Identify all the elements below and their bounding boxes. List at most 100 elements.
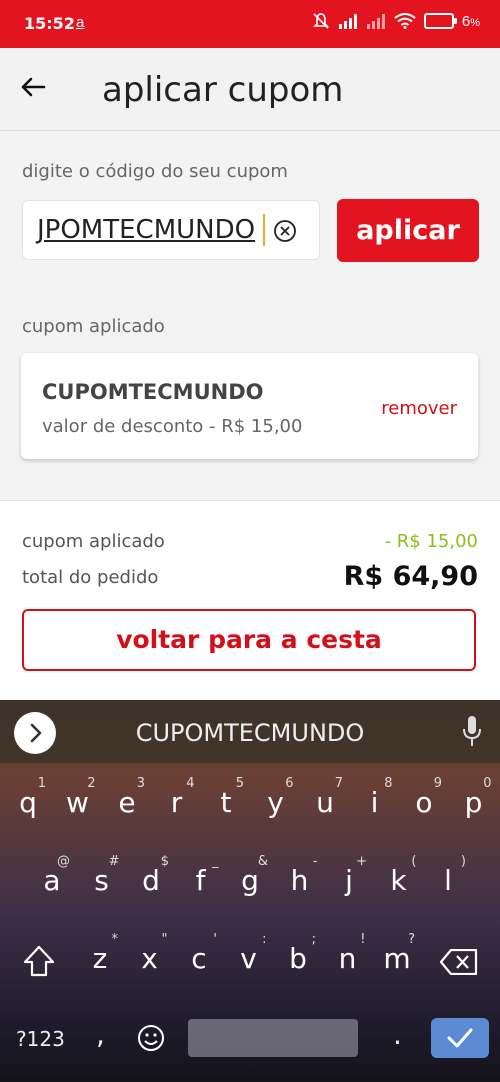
key-t[interactable]: 5t bbox=[206, 776, 246, 836]
suggestion-word[interactable]: CUPOMTECMUNDO bbox=[0, 719, 500, 747]
text-caret bbox=[263, 214, 265, 246]
applied-coupon-code: CUPOMTECMUNDO bbox=[42, 380, 264, 404]
key-secondary-label: ; bbox=[311, 932, 316, 947]
key-secondary-label: 6 bbox=[285, 776, 294, 791]
key-label: r bbox=[170, 786, 183, 819]
key-o[interactable]: 9o bbox=[404, 776, 444, 836]
backspace-icon[interactable] bbox=[440, 949, 478, 975]
clear-icon[interactable] bbox=[273, 219, 297, 243]
key-j[interactable]: + j bbox=[329, 854, 369, 914]
key-secondary-label: ? bbox=[408, 932, 415, 947]
wifi-icon bbox=[394, 13, 416, 29]
key-label: i bbox=[370, 786, 379, 819]
key-n[interactable]: ! n bbox=[328, 932, 368, 992]
key-secondary-label: _ bbox=[212, 854, 219, 869]
key-label: b bbox=[289, 942, 307, 975]
coupon-input[interactable]: JPOMTECMUNDO bbox=[22, 200, 320, 260]
battery-value: 6 bbox=[461, 12, 471, 30]
coupon-input-label: digite o código do seu cupom bbox=[22, 161, 288, 182]
summary-total-label: total do pedido bbox=[22, 567, 159, 588]
notification-icon: a bbox=[76, 14, 85, 31]
key-z[interactable]: * z bbox=[80, 932, 120, 992]
key-m[interactable]: ? m bbox=[377, 932, 417, 992]
key-g[interactable]: & g bbox=[230, 854, 270, 914]
app-bar: aplicar cupom bbox=[0, 48, 500, 131]
mute-icon bbox=[312, 13, 329, 29]
back-to-cart-button[interactable]: voltar para a cesta bbox=[22, 609, 476, 671]
key-secondary-label: & bbox=[257, 854, 268, 869]
key-k[interactable]: (k bbox=[379, 854, 419, 914]
applied-coupon-card: CUPOMTECMUNDO valor de desconto - R$ 15,… bbox=[21, 353, 478, 459]
key-secondary-label: 5 bbox=[235, 776, 244, 791]
emoji-icon[interactable] bbox=[136, 1023, 166, 1053]
key-secondary-label: $ bbox=[160, 854, 169, 869]
key-label: x bbox=[141, 942, 158, 975]
apply-button[interactable]: aplicar bbox=[337, 199, 479, 262]
key-u[interactable]: 7u bbox=[305, 776, 345, 836]
key-label: w bbox=[66, 786, 89, 819]
key-q[interactable]: 1q bbox=[8, 776, 48, 836]
key-secondary-label: ) bbox=[460, 854, 466, 869]
key-label: g bbox=[241, 864, 259, 897]
key-secondary-label: 4 bbox=[186, 776, 195, 791]
key-r[interactable]: 4r bbox=[157, 776, 197, 836]
key-label: t bbox=[220, 786, 232, 819]
key-d[interactable]: $ d bbox=[131, 854, 171, 914]
microphone-icon[interactable] bbox=[462, 714, 482, 748]
key-label: k bbox=[390, 864, 407, 897]
key-label: c bbox=[191, 942, 207, 975]
suggestion-bar: CUPOMTECMUNDO bbox=[0, 700, 500, 763]
key-s[interactable]: # s bbox=[82, 854, 122, 914]
battery-icon bbox=[423, 13, 457, 29]
keyboard: CUPOMTECMUNDO 1q2w3e4r5t6y7u8i9o0p @ a # s $… bbox=[0, 700, 500, 1082]
key-x[interactable]: " x bbox=[130, 932, 170, 992]
back-arrow-icon[interactable] bbox=[18, 72, 48, 102]
key-secondary-label: 0 bbox=[483, 776, 492, 791]
summary-total-value: R$ 64,90 bbox=[343, 561, 478, 592]
remove-coupon-link[interactable]: remover bbox=[381, 398, 457, 419]
key-secondary-label: : bbox=[262, 932, 267, 947]
key-h[interactable]: -h bbox=[280, 854, 320, 914]
shift-icon[interactable] bbox=[22, 944, 56, 978]
key-secondary-label: # bbox=[108, 854, 120, 869]
key-f[interactable]: _ f bbox=[181, 854, 221, 914]
key-l[interactable]: ) l bbox=[428, 854, 468, 914]
key-p[interactable]: 0p bbox=[454, 776, 494, 836]
space-bar[interactable] bbox=[188, 1019, 358, 1057]
key-c[interactable]: ' c bbox=[179, 932, 219, 992]
key-label: y bbox=[267, 786, 284, 819]
key-label: l bbox=[444, 864, 452, 897]
key-label: v bbox=[240, 942, 257, 975]
key-y[interactable]: 6y bbox=[256, 776, 296, 836]
signal-2-icon bbox=[366, 14, 385, 29]
key-label: o bbox=[415, 786, 433, 819]
coupon-input-value[interactable]: JPOMTECMUNDO bbox=[37, 215, 255, 245]
key-a[interactable]: @ a bbox=[32, 854, 72, 914]
key-b[interactable]: ; b bbox=[278, 932, 318, 992]
key-label: f bbox=[195, 864, 206, 897]
symbols-key[interactable]: ?123 bbox=[16, 1027, 65, 1051]
key-i[interactable]: 8i bbox=[355, 776, 395, 836]
key-secondary-label: ! bbox=[360, 932, 366, 947]
key-secondary-label: 3 bbox=[136, 776, 145, 791]
key-secondary-label: - bbox=[312, 854, 318, 869]
applied-coupon-label: cupom aplicado bbox=[22, 316, 165, 337]
discount-description: valor de desconto - R$ 15,00 bbox=[42, 416, 303, 437]
key-e[interactable]: 3e bbox=[107, 776, 147, 836]
period-key[interactable]: . bbox=[393, 1018, 402, 1051]
page-title: aplicar cupom bbox=[102, 70, 344, 110]
key-w[interactable]: 2w bbox=[58, 776, 98, 836]
key-label: j bbox=[345, 864, 353, 897]
key-label: e bbox=[118, 786, 136, 819]
key-secondary-label: * bbox=[111, 932, 119, 947]
comma-key[interactable]: , bbox=[96, 1018, 105, 1051]
key-label: p bbox=[464, 786, 483, 819]
order-summary: cupom aplicado - R$ 15,00 total do pedid… bbox=[0, 500, 500, 701]
key-label: q bbox=[19, 786, 37, 819]
battery-level: 6% bbox=[462, 13, 480, 30]
key-v[interactable]: :v bbox=[229, 932, 269, 992]
enter-key[interactable] bbox=[431, 1018, 489, 1058]
signal-icon bbox=[338, 14, 357, 29]
key-secondary-label: 1 bbox=[37, 776, 46, 791]
check-icon bbox=[447, 1028, 473, 1048]
